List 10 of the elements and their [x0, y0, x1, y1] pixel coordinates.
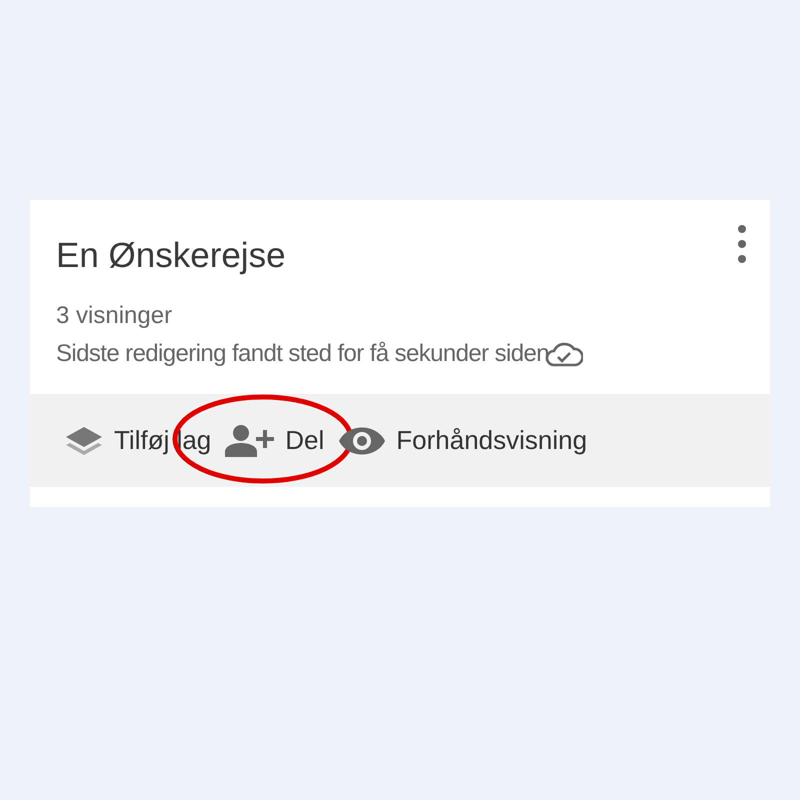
layers-icon — [64, 424, 104, 456]
map-title: En Ønskerejse — [56, 236, 286, 276]
view-count: 3 visninger — [56, 302, 174, 330]
last-edit-text: Sidste redigering fandt sted for få sekunder siden — [56, 340, 549, 368]
action-button[interactable]: Tilføj lag — [60, 420, 216, 460]
eye-icon — [338, 426, 386, 456]
action-button[interactable]: Forhåndsvisning — [334, 421, 592, 460]
add-person-icon — [225, 424, 276, 458]
more-icon[interactable] — [737, 224, 747, 264]
action-button[interactable]: Del — [221, 420, 328, 462]
